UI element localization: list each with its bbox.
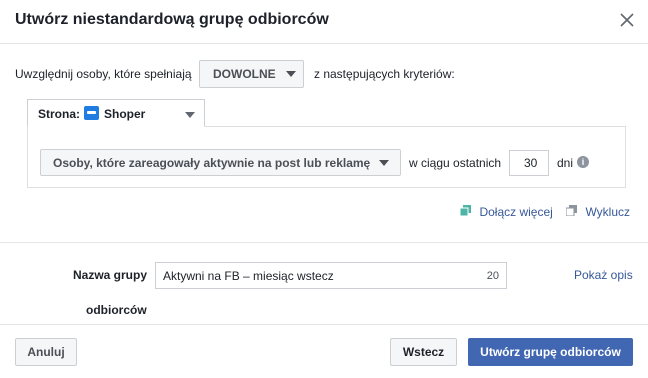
include-more-link[interactable]: Dołącz więcej [459, 203, 553, 221]
days-value: 30 [524, 156, 538, 170]
caret-down-icon [185, 112, 195, 118]
source-name: Shoper [104, 107, 146, 121]
caret-down-icon [379, 159, 390, 166]
include-more-label: Dołącz więcej [479, 205, 553, 219]
days-label: dni [557, 156, 574, 170]
following-criteria-text: z następujących kryteriów: [314, 67, 455, 81]
char-count: 20 [486, 270, 499, 282]
caret-down-icon [285, 71, 296, 77]
audience-name-input[interactable]: Aktywni na FB – miesiąc wstecz 20 [155, 262, 507, 289]
include-text: Uwzględnij osoby, które spełniają [15, 67, 192, 81]
create-audience-button[interactable]: Utwórz grupę odbiorców [468, 338, 633, 366]
copy-icon [459, 205, 471, 217]
days-input[interactable]: 30 [509, 150, 549, 176]
source-selector[interactable]: Strona: Shoper [27, 99, 205, 127]
section-divider [0, 242, 648, 243]
audience-name-value: Aktywni na FB – miesiąc wstecz [163, 269, 334, 283]
show-description-link[interactable]: Pokaż opis [574, 268, 633, 282]
event-dropdown[interactable]: Osoby, które zareagowały aktywnie na pos… [40, 149, 401, 176]
info-icon[interactable]: i [577, 156, 589, 168]
event-value: Osoby, które zareagowały aktywnie na pos… [53, 155, 371, 170]
name-label-line1: Nazwa grupy [73, 268, 148, 282]
exclude-label: Wyklucz [585, 205, 631, 219]
exclude-link[interactable]: Wyklucz [565, 203, 631, 221]
within-text: w ciągu ostatnich [409, 156, 502, 170]
close-icon[interactable] [618, 11, 636, 29]
match-type-value: DOWOLNE [213, 67, 276, 81]
source-label: Strona: [38, 107, 80, 121]
name-label-line2: odbiorców [86, 303, 147, 317]
cancel-button[interactable]: Anuluj [15, 338, 77, 366]
back-button[interactable]: Wstecz [390, 338, 457, 366]
dialog-title: Utwórz niestandardową grupę odbiorców [15, 11, 329, 28]
copy-icon [565, 205, 577, 217]
shoper-logo-icon [84, 106, 99, 120]
match-type-dropdown[interactable]: DOWOLNE [199, 60, 304, 88]
